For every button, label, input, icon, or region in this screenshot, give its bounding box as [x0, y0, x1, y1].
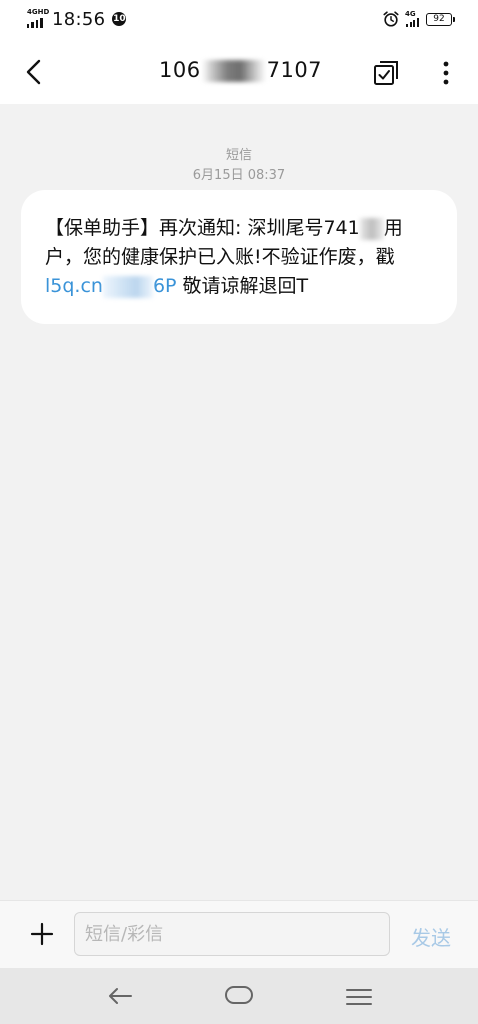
more-vertical-icon[interactable] — [438, 59, 454, 87]
status-bar: 4GHD 18:56 10 4G 92 — [0, 0, 478, 38]
message-line-1: 【保单助手】再次通知: 深圳尾号741 用 — [45, 214, 435, 243]
signal-label: 4GHD — [27, 8, 50, 16]
notification-badge: 10 — [112, 12, 127, 26]
nav-back-icon[interactable] — [106, 985, 134, 1007]
message-input[interactable] — [74, 912, 390, 956]
nav-home-icon[interactable] — [224, 984, 254, 1006]
composer-bar: 发送 — [0, 900, 478, 969]
signal-icon: 4GHD — [27, 8, 50, 29]
message-line-3: l5q.cn 6P 敬请谅解退回T — [45, 272, 435, 301]
redaction-blur — [201, 60, 266, 82]
system-nav-bar — [0, 968, 478, 1024]
status-left: 4GHD 18:56 10 — [27, 8, 127, 30]
message-line-2: 户，您的健康保护已入账!不验证作废，戳 — [45, 243, 435, 272]
status-right: 4G 92 — [382, 9, 455, 29]
message-text-1-tail: 用 — [383, 217, 403, 239]
message-link[interactable]: l5q.cn 6P — [45, 275, 177, 298]
message-type-label: 短信 — [225, 148, 252, 163]
redaction-blur — [359, 217, 384, 240]
mobile-data-icon: 4G — [404, 10, 420, 28]
send-button[interactable]: 发送 — [411, 922, 451, 951]
message-text-3: 敬请谅解退回T — [176, 275, 309, 297]
message-text-2: 户，您的健康保护已入账!不验证作废，戳 — [45, 246, 395, 268]
battery-icon: 92 — [426, 12, 455, 26]
link-suffix: 6P — [152, 275, 177, 297]
battery-level: 92 — [433, 13, 445, 24]
network-label: 4G — [405, 10, 416, 18]
message-timestamp: 6月15日 08:37 — [192, 168, 286, 183]
alarm-icon — [383, 11, 399, 27]
add-icon[interactable] — [29, 921, 55, 947]
message-text-1: 【保单助手】再次通知: 深圳尾号741 — [45, 217, 360, 239]
multi-select-icon[interactable] — [372, 59, 400, 87]
back-arrow-icon[interactable] — [22, 58, 46, 86]
contact-number-prefix: 106 — [159, 58, 201, 82]
nav-menu-icon[interactable] — [345, 986, 373, 1008]
message-bubble[interactable]: 【保单助手】再次通知: 深圳尾号741 用 户，您的健康保护已入账!不验证作废，戳… — [21, 190, 457, 324]
contact-number-suffix: 7107 — [266, 58, 323, 82]
contact-number: 106 7107 — [159, 58, 322, 82]
redaction-blur — [102, 275, 153, 298]
conversation-header: 106 7107 — [0, 38, 478, 104]
link-prefix: l5q.cn — [45, 275, 103, 297]
status-time: 18:56 — [52, 8, 106, 30]
